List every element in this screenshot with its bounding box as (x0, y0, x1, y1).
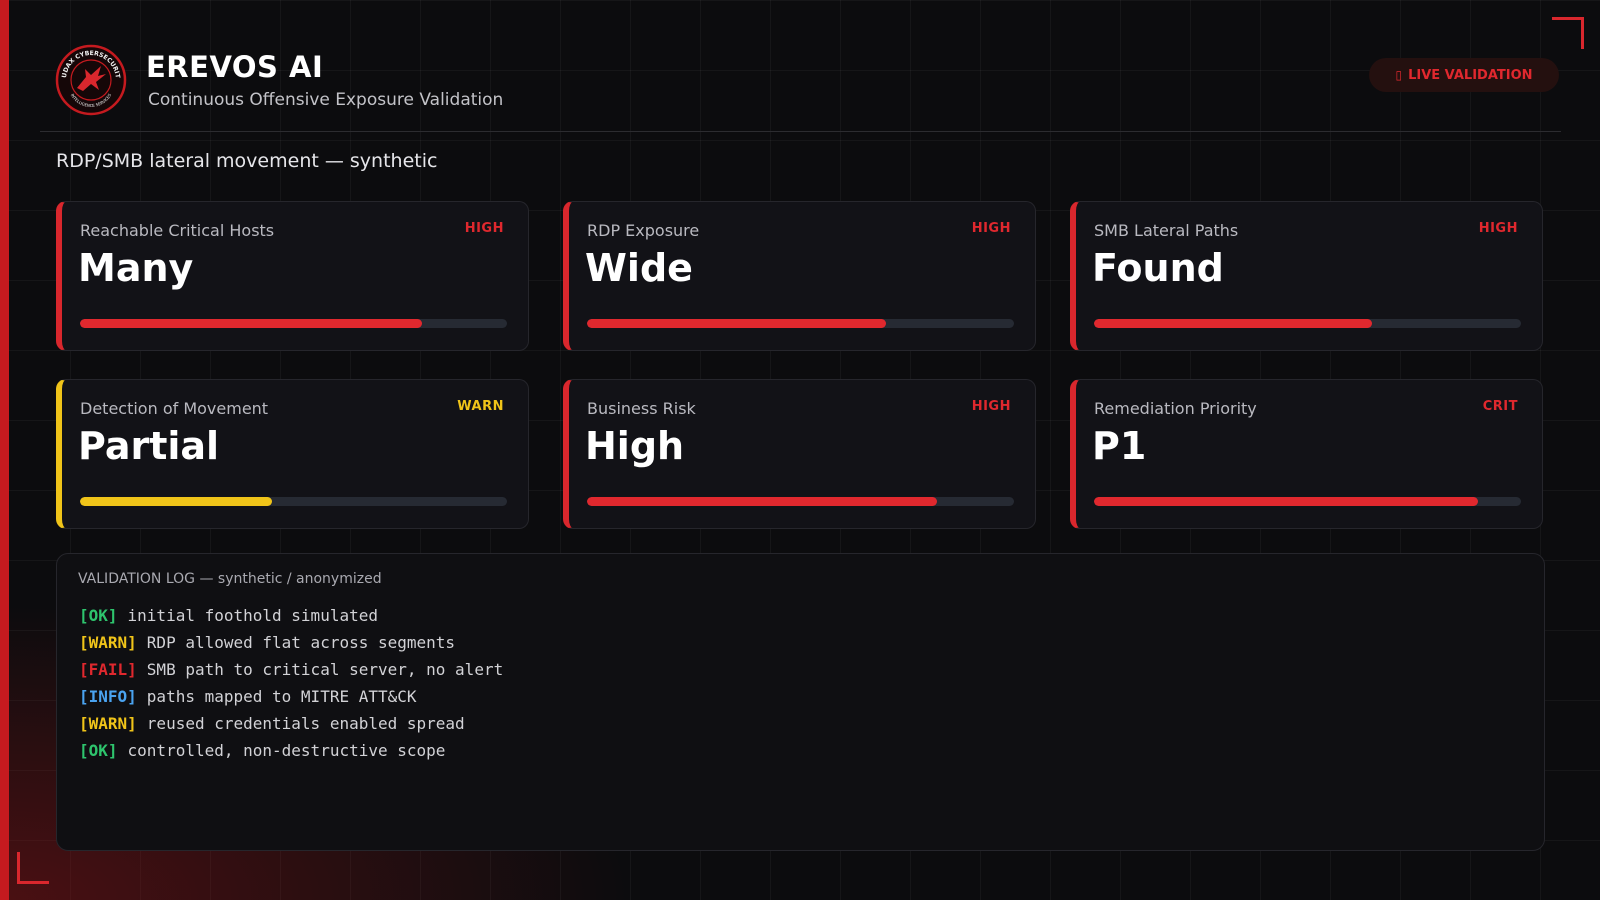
app-subtitle: Continuous Offensive Exposure Validation (148, 90, 504, 110)
brand-logo-icon: AUDAX CYBERSECURITY INTELLIGENCE SERVICE… (55, 44, 127, 116)
severity-badge: HIGH (971, 221, 1011, 236)
severity-bar (80, 319, 507, 328)
log-line: [INFO] paths mapped to MITRE ATT&CK (79, 683, 503, 710)
validation-log-lines: [OK] initial foothold simulated [WARN] RDP… (79, 602, 503, 764)
severity-bar-fill (1094, 497, 1479, 506)
metric-value: Many (78, 246, 194, 290)
severity-badge: HIGH (464, 221, 504, 236)
live-validation-badge: ▯ LIVE VALIDATION (1369, 58, 1559, 92)
severity-bar (587, 319, 1014, 328)
severity-bar-fill (587, 319, 886, 328)
log-tag-info: [INFO] (79, 687, 137, 706)
live-indicator-icon: ▯ (1395, 68, 1403, 82)
severity-badge: WARN (457, 399, 504, 414)
scenario-title: RDP/SMB lateral movement — synthetic (56, 150, 438, 172)
metric-value: High (585, 424, 685, 468)
app-title: EREVOS AI (146, 50, 324, 84)
log-tag-warn: [WARN] (79, 714, 137, 733)
metric-value: P1 (1092, 424, 1147, 468)
metric-label: RDP Exposure (587, 221, 700, 240)
severity-bar (1094, 497, 1521, 506)
page-header: AUDAX CYBERSECURITY INTELLIGENCE SERVICE… (40, 42, 1561, 132)
metric-card-smb-lateral-paths: SMB Lateral Paths HIGH Found (1070, 201, 1543, 351)
metric-label: Remediation Priority (1094, 399, 1257, 418)
severity-bar (1094, 319, 1521, 328)
log-message: reused credentials enabled spread (146, 714, 465, 733)
log-message: SMB path to critical server, no alert (146, 660, 504, 679)
log-message: initial foothold simulated (127, 606, 378, 625)
log-tag-ok: [OK] (79, 606, 118, 625)
corner-bracket-bottom-left (17, 852, 49, 884)
metric-value: Found (1092, 246, 1224, 290)
severity-bar-fill (80, 319, 422, 328)
metric-value: Partial (78, 424, 220, 468)
severity-bar-fill (587, 497, 938, 506)
accent-edge-bar (0, 0, 9, 900)
metric-card-reachable-critical-hosts: Reachable Critical Hosts HIGH Many (56, 201, 529, 351)
validation-log-title: VALIDATION LOG — synthetic / anonymized (78, 571, 382, 587)
severity-bar-fill (80, 497, 273, 506)
log-line: [WARN] RDP allowed flat across segments (79, 629, 503, 656)
metric-label: SMB Lateral Paths (1094, 221, 1239, 240)
severity-badge: CRIT (1482, 399, 1518, 414)
log-tag-fail: [FAIL] (79, 660, 137, 679)
log-tag-warn: [WARN] (79, 633, 137, 652)
metric-card-rdp-exposure: RDP Exposure HIGH Wide (563, 201, 1036, 351)
log-message: RDP allowed flat across segments (146, 633, 456, 652)
metric-label: Reachable Critical Hosts (80, 221, 275, 240)
metric-card-business-risk: Business Risk HIGH High (563, 379, 1036, 529)
log-message: paths mapped to MITRE ATT&CK (146, 687, 417, 706)
severity-bar (587, 497, 1014, 506)
log-line: [OK] initial foothold simulated (79, 602, 503, 629)
log-line: [OK] controlled, non-destructive scope (79, 737, 503, 764)
log-message: controlled, non-destructive scope (127, 741, 446, 760)
live-validation-label: LIVE VALIDATION (1408, 67, 1533, 83)
validation-log-panel: VALIDATION LOG — synthetic / anonymized … (56, 553, 1545, 851)
metric-value: Wide (585, 246, 693, 290)
log-line: [WARN] reused credentials enabled spread (79, 710, 503, 737)
log-tag-ok: [OK] (79, 741, 118, 760)
metric-label: Detection of Movement (80, 399, 269, 418)
severity-badge: HIGH (1478, 221, 1518, 236)
log-line: [FAIL] SMB path to critical server, no al… (79, 656, 503, 683)
metric-label: Business Risk (587, 399, 696, 418)
metric-card-detection-of-movement: Detection of Movement WARN Partial (56, 379, 529, 529)
severity-badge: HIGH (971, 399, 1011, 414)
severity-bar (80, 497, 507, 506)
severity-bar-fill (1094, 319, 1372, 328)
metric-card-remediation-priority: Remediation Priority CRIT P1 (1070, 379, 1543, 529)
